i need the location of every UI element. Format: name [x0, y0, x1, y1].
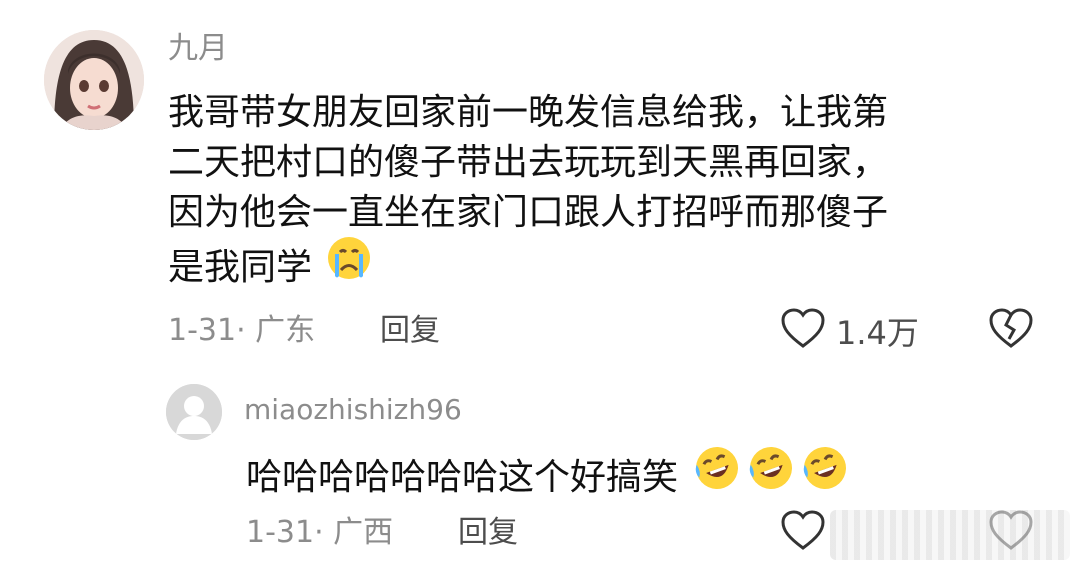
- dislike-button[interactable]: [988, 308, 1034, 354]
- reply-button[interactable]: 回复: [458, 518, 518, 548]
- comment-line-last: 是我同学: [168, 237, 1018, 300]
- reply-meta: 1-31· 广西: [246, 515, 394, 550]
- comment-line-text: 是我同学: [168, 247, 313, 288]
- comment-text: 我哥带女朋友回家前一晚发信息给我，让我第 二天把村口的傻子带出去玩玩到天黑再回家…: [168, 88, 1018, 300]
- comment-meta: 1-31· 广东: [168, 313, 316, 348]
- comment-username[interactable]: 九月: [168, 34, 228, 64]
- rolling-laughing-emoji-icon: [745, 444, 797, 506]
- default-avatar-icon: [166, 384, 222, 440]
- avatar[interactable]: [166, 384, 222, 440]
- comment-line: 二天把村口的傻子带出去玩玩到天黑再回家，: [168, 142, 889, 183]
- comment-thread: 九月 我哥带女朋友回家前一晚发信息给我，让我第 二天把村口的傻子带出去玩玩到天黑…: [0, 0, 1080, 572]
- like-button[interactable]: [780, 510, 826, 556]
- dislike-button[interactable]: [988, 510, 1034, 556]
- comment-line: 我哥带女朋友回家前一晚发信息给我，让我第: [168, 92, 889, 133]
- reply-text: 哈哈哈哈哈哈哈这个好搞笑: [246, 447, 1046, 510]
- rolling-laughing-emoji-icon: [691, 444, 743, 506]
- reply-button[interactable]: 回复: [380, 316, 440, 346]
- heart-icon: [780, 510, 826, 556]
- broken-heart-icon: [988, 510, 1034, 556]
- rolling-laughing-emoji-icon: [799, 444, 851, 506]
- like-button[interactable]: 1.4万: [780, 308, 919, 354]
- heart-icon: [780, 308, 826, 354]
- comment-line: 因为他会一直坐在家门口跟人打招呼而那傻子: [168, 192, 889, 233]
- broken-heart-icon: [988, 308, 1034, 354]
- avatar[interactable]: [44, 30, 144, 130]
- reply-text-content: 哈哈哈哈哈哈哈这个好搞笑: [246, 457, 679, 498]
- obscured-region: [830, 510, 1070, 560]
- like-count: 1.4万: [836, 314, 919, 352]
- crying-face-emoji-icon: [325, 234, 373, 296]
- reply-username[interactable]: miaozhishizh96: [244, 396, 462, 424]
- avatar-illustration: [44, 30, 144, 130]
